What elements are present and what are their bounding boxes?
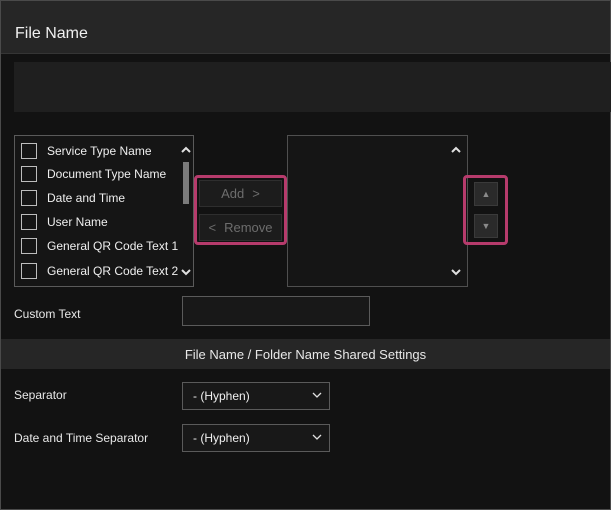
date-time-separator-label: Date and Time Separator (14, 431, 149, 445)
list-item[interactable]: General QR Code Text 1 (21, 235, 178, 257)
list-item-label: Date and Time (47, 191, 126, 205)
preview-area (14, 62, 611, 112)
checkbox[interactable] (21, 238, 37, 254)
scroll-up-icon[interactable] (181, 146, 191, 154)
move-down-button[interactable]: ▼ (474, 214, 498, 238)
checkbox[interactable] (21, 263, 37, 279)
scroll-up-icon[interactable] (451, 146, 461, 154)
remove-button-label: Remove (224, 220, 273, 235)
chevron-down-icon (312, 392, 322, 398)
add-button[interactable]: Add > (199, 180, 282, 207)
list-item-label: General QR Code Text 1 (47, 239, 179, 253)
list-item[interactable]: General QR Code Text 2 (21, 260, 178, 282)
chevron-right-icon: > (252, 186, 260, 201)
list-item-label: Service Type Name (47, 144, 152, 158)
checkbox[interactable] (21, 166, 37, 182)
custom-text-input[interactable] (182, 296, 370, 326)
checkbox[interactable] (21, 143, 37, 159)
move-up-button[interactable]: ▲ (474, 182, 498, 206)
custom-text-label: Custom Text (14, 307, 81, 321)
list-item[interactable]: Date and Time (21, 187, 125, 209)
triangle-up-icon: ▲ (481, 189, 491, 199)
scroll-down-icon[interactable] (181, 268, 191, 276)
list-item-label: User Name (47, 215, 108, 229)
separator-select[interactable]: - (Hyphen) (182, 382, 330, 410)
triangle-down-icon: ▼ (481, 221, 491, 231)
scroll-thumb[interactable] (183, 162, 189, 204)
remove-button[interactable]: < Remove (199, 214, 282, 241)
date-time-separator-value: - (Hyphen) (193, 431, 250, 445)
separator-value: - (Hyphen) (193, 389, 250, 403)
separator-label: Separator (14, 388, 67, 402)
list-item[interactable]: User Name (21, 211, 108, 233)
add-button-label: Add (221, 186, 245, 201)
list-item-label: Document Type Name (47, 167, 167, 181)
chevron-left-icon: < (208, 220, 217, 235)
list-item[interactable]: Service Type Name (21, 140, 152, 162)
selected-items-list[interactable] (287, 135, 468, 287)
shared-settings-bar: File Name / Folder Name Shared Settings (1, 339, 610, 369)
scroll-down-icon[interactable] (451, 268, 461, 276)
checkbox[interactable] (21, 214, 37, 230)
checkbox[interactable] (21, 190, 37, 206)
date-time-separator-select[interactable]: - (Hyphen) (182, 424, 330, 452)
available-items-list[interactable]: Service Type Name Document Type Name Dat… (14, 135, 194, 287)
section-title: File Name / Folder Name Shared Settings (184, 347, 427, 362)
list-item[interactable]: Document Type Name (21, 163, 166, 185)
list-scrollbar[interactable] (181, 140, 191, 282)
chevron-down-icon (312, 434, 322, 440)
panel-title: File Name (15, 25, 88, 42)
panel-header: File Name (1, 1, 610, 54)
list-item-label: General QR Code Text 2 (47, 264, 179, 278)
